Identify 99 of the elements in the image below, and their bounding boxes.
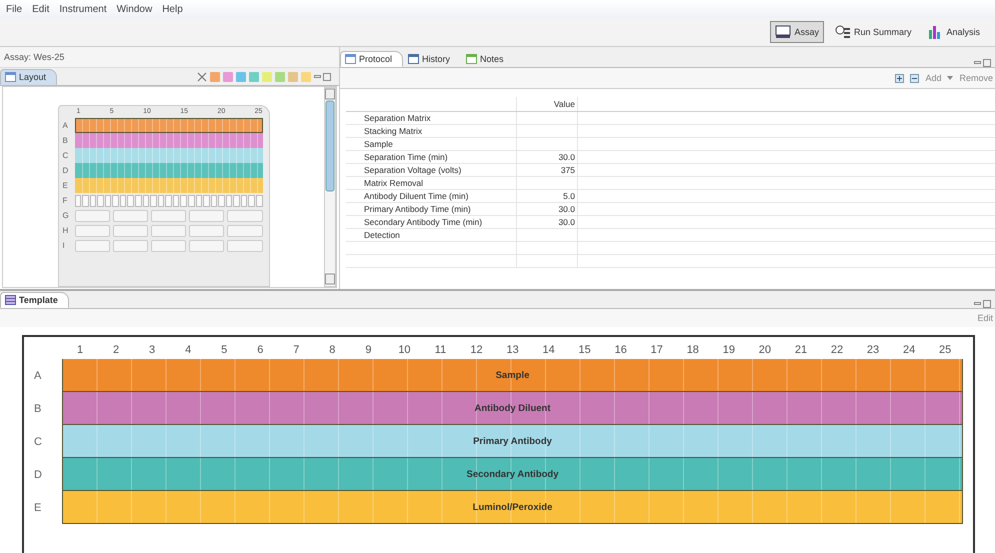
reagent-row[interactable]: Antibody Diluent (62, 392, 963, 425)
perspective-button[interactable]: Analysis (922, 21, 985, 43)
column-number: 11 (434, 344, 448, 356)
row-label: D (62, 166, 70, 175)
column-number: 4 (184, 344, 192, 356)
row-label: A (62, 121, 69, 130)
row-label: E (33, 500, 42, 516)
reagent-chip-icon[interactable] (262, 72, 272, 82)
step-value: 30.0 (558, 217, 575, 227)
column-number: 7 (292, 344, 300, 356)
step-name: Matrix Removal (364, 178, 424, 188)
column-number: 23 (866, 344, 880, 356)
row-label: I (62, 241, 66, 250)
column-number: 9 (364, 344, 372, 356)
column-number: 17 (650, 344, 664, 356)
column-number: 2 (112, 344, 120, 356)
step-value: 30.0 (558, 204, 575, 214)
view-tab[interactable]: Layout (0, 68, 58, 84)
step-name: Secondary Antibody Time (min) (364, 217, 482, 227)
menu-item[interactable]: Window (116, 4, 152, 14)
tab-icon (5, 72, 16, 82)
reagent-row[interactable]: Luminol/Peroxide (62, 491, 963, 524)
column-number: 18 (686, 344, 700, 356)
reagent-row[interactable]: Sample (62, 359, 963, 392)
step-name: Antibody Diluent Time (min) (364, 191, 468, 201)
step-name: Sample (364, 139, 393, 149)
template-icon (5, 295, 16, 305)
well-row[interactable] (74, 194, 262, 206)
perspective-button[interactable]: Assay (770, 21, 824, 43)
slot-row[interactable] (74, 224, 262, 236)
row-label: B (62, 136, 69, 145)
dropdown-caret-icon[interactable] (947, 76, 954, 80)
step-value: 30.0 (558, 152, 575, 162)
column-number: 6 (256, 344, 264, 356)
tab-icon (466, 54, 478, 64)
reagent-chip-icon[interactable] (210, 72, 220, 82)
step-name: Detection (364, 230, 400, 240)
row-label: A (33, 368, 42, 384)
collapse-all-icon[interactable] (910, 74, 920, 82)
reagent-row[interactable]: Primary Antibody (62, 425, 963, 458)
perspective-button[interactable]: Run Summary (830, 21, 916, 43)
menu-item[interactable]: Edit (32, 4, 50, 14)
row-label: C (33, 434, 43, 450)
reagent-chip-icon[interactable] (223, 72, 233, 82)
column-number: 8 (328, 344, 336, 356)
reagent-chip-icon[interactable] (249, 72, 259, 82)
menu-item[interactable]: File (6, 4, 22, 14)
column-number: 13 (505, 344, 520, 356)
column-number: 10 (397, 344, 412, 356)
menu-item[interactable]: Instrument (59, 4, 107, 14)
column-header: Value (516, 97, 578, 112)
plate-lane[interactable] (74, 118, 262, 133)
column-number: 3 (148, 344, 156, 356)
row-label: H (62, 226, 70, 235)
monitor-icon (775, 24, 792, 40)
view-tab[interactable]: Protocol (340, 51, 404, 67)
row-label: B (33, 402, 42, 416)
column-number: 20 (758, 344, 772, 356)
row-label: C (62, 151, 70, 160)
expand-all-icon[interactable] (895, 74, 904, 82)
step-name: Separation Matrix (364, 113, 431, 123)
column-number: 5 (220, 344, 228, 356)
step-name: Stacking Matrix (364, 126, 422, 136)
reagent-chip-icon[interactable] (301, 72, 311, 82)
row-label: D (33, 468, 43, 482)
column-number: 1 (76, 344, 84, 356)
view-tab[interactable]: Template (0, 292, 69, 308)
step-value: 375 (560, 165, 575, 175)
tab-icon (345, 54, 356, 64)
column-number: 22 (830, 344, 844, 356)
clock-list-icon (834, 24, 851, 40)
step-name: Separation Voltage (volts) (364, 165, 462, 175)
slot-row[interactable] (74, 240, 262, 252)
view-tab[interactable]: History (403, 51, 462, 67)
column-number: 14 (542, 344, 556, 356)
menu-item[interactable]: Help (162, 4, 183, 14)
column-number: 15 (578, 344, 592, 356)
view-tab[interactable]: Notes (461, 51, 515, 67)
column-number: 21 (794, 344, 808, 356)
reagent-chip-icon[interactable] (288, 72, 298, 82)
row-label: F (62, 196, 68, 205)
column-number: 16 (614, 344, 628, 356)
scrollbar[interactable] (324, 87, 336, 287)
reagent-row[interactable]: Secondary Antibody (62, 458, 963, 491)
row-label: E (62, 181, 69, 190)
column-number: 24 (902, 344, 916, 356)
column-number: 19 (722, 344, 736, 356)
close-icon[interactable] (197, 72, 207, 82)
row-label: G (62, 211, 70, 220)
step-value: 5.0 (563, 191, 575, 201)
slot-row[interactable] (74, 210, 262, 222)
column-number: 12 (469, 344, 484, 356)
tab-icon (408, 54, 420, 64)
reagent-chip-icon[interactable] (275, 72, 285, 82)
step-name: Primary Antibody Time (min) (364, 204, 471, 214)
step-name: Separation Time (min) (364, 152, 448, 162)
column-number: 25 (938, 344, 952, 356)
reagent-chip-icon[interactable] (236, 72, 246, 82)
assay-title: Assay: Wes-25 (0, 47, 339, 68)
